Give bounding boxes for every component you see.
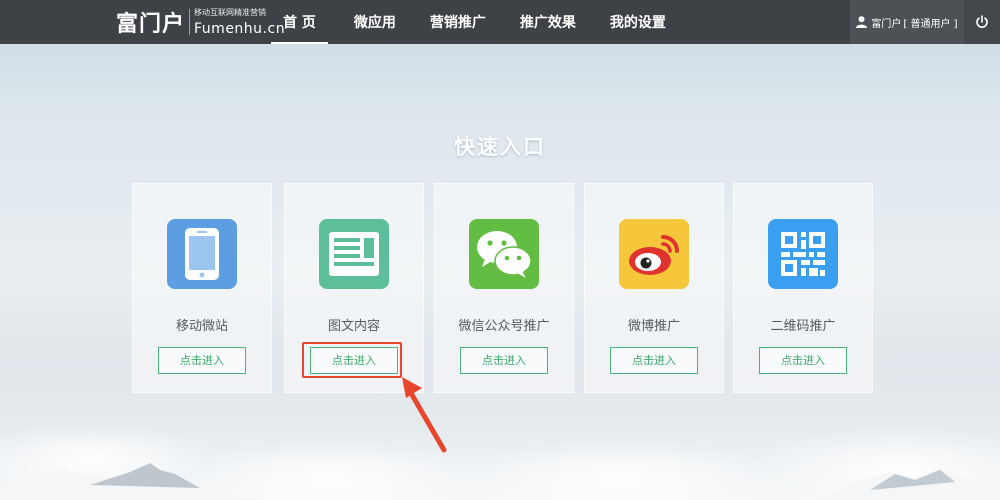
- nav-item-micro-apps[interactable]: 微应用: [342, 0, 408, 44]
- nav-item-marketing[interactable]: 营销推广: [418, 0, 498, 44]
- annotation-highlight-box: [302, 342, 402, 378]
- nav-item-home[interactable]: 首 页: [271, 0, 328, 44]
- nav-item-my-settings[interactable]: 我的设置: [598, 0, 678, 44]
- quick-entry-cards: 移动微站 点击进入 图文内容 点击进入 微信公众号推广 点击进入 微博推广 点击…: [132, 183, 873, 393]
- user-role: [ 普通用户 ]: [903, 18, 958, 30]
- card-mobile-site: 移动微站 点击进入: [132, 183, 272, 393]
- qrcode-icon: [768, 219, 838, 289]
- enter-button-qrcode-promotion[interactable]: 点击进入: [759, 347, 847, 374]
- nav-item-promotion-results[interactable]: 推广效果: [508, 0, 588, 44]
- enter-button-mobile-site[interactable]: 点击进入: [158, 347, 246, 374]
- card-label: 移动微站: [175, 319, 228, 334]
- annotation-arrow-icon: [402, 377, 447, 453]
- logo-chinese-text: 富门户: [116, 12, 186, 37]
- card-label: 二维码推广: [770, 319, 836, 334]
- card-label: 图文内容: [327, 319, 380, 334]
- card-qrcode-promotion: 二维码推广 点击进入: [733, 183, 873, 393]
- card-weibo-promotion: 微博推广 点击进入: [584, 183, 724, 393]
- wechat-icon: [469, 219, 539, 289]
- power-icon: [976, 15, 988, 28]
- logo-divider: [189, 9, 191, 35]
- logo[interactable]: 富门户 移动互联网精准营销 Fumenhu.cn: [116, 6, 285, 38]
- user-name: 富门户: [871, 18, 902, 30]
- user-icon: [856, 16, 868, 28]
- card-label: 微博推广: [627, 319, 680, 334]
- card-label: 微信公众号推广: [458, 319, 550, 334]
- top-nav-bar: 富门户 移动互联网精准营销 Fumenhu.cn 首 页 微应用 营销推广 推广…: [0, 0, 1000, 44]
- section-title: 快速入口: [454, 135, 546, 159]
- enter-button-weibo-promotion[interactable]: 点击进入: [610, 347, 698, 374]
- article-icon: [319, 219, 389, 289]
- logout-button[interactable]: [964, 0, 1000, 44]
- background-mountains: [0, 463, 1000, 500]
- user-menu[interactable]: 富门户 [ 普通用户 ]: [850, 0, 964, 44]
- card-wechat-promotion: 微信公众号推广 点击进入: [434, 183, 574, 393]
- enter-button-wechat-promotion[interactable]: 点击进入: [460, 347, 548, 374]
- weibo-icon: [619, 219, 689, 289]
- mobile-phone-icon: [167, 219, 237, 289]
- main-nav: 首 页 微应用 营销推广 推广效果 我的设置: [271, 0, 688, 44]
